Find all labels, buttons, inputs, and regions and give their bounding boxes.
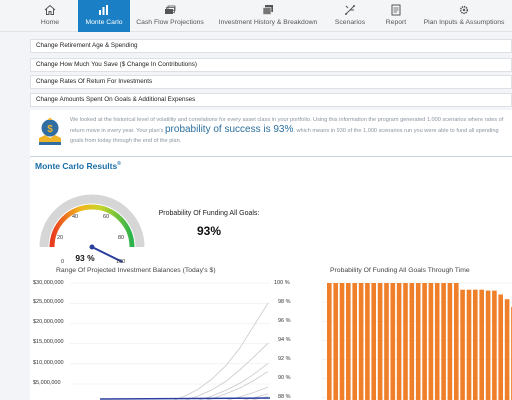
- balances-line-chart: [70, 282, 270, 400]
- bar-chart-icon: [99, 5, 108, 15]
- results-title: Monte Carlo Results®: [35, 161, 121, 171]
- funding-bar: [447, 283, 453, 400]
- money-bag-icon: $: [39, 117, 61, 145]
- balance-scenario-line: [185, 343, 269, 400]
- probability-gauge: 0 20 40 60 80 100 93 %: [34, 175, 150, 275]
- nav-report-label: Report: [385, 19, 407, 26]
- probability-of-success-phrase: probability of success is 93%: [164, 124, 294, 135]
- accordion-savings-change[interactable]: Change How Much You Save ($ Change In Co…: [30, 58, 512, 72]
- balances-ytick-label: $10,000,000: [33, 360, 64, 366]
- gauge-tick-60: 60: [103, 214, 109, 220]
- funding-bar: [377, 283, 383, 400]
- gauge-tick-80: 80: [118, 235, 124, 241]
- funding-bar: [358, 283, 364, 400]
- accordion-goal-spending[interactable]: Change Amounts Spent On Goals & Addition…: [30, 93, 512, 107]
- funding-bar: [396, 283, 402, 400]
- nav-scenarios-label: Scenarios: [334, 19, 366, 26]
- layers-icon: [262, 5, 273, 15]
- balance-scenario-line: [173, 302, 269, 400]
- report-icon: [391, 4, 401, 16]
- nav-scenarios[interactable]: Scenarios: [330, 0, 370, 32]
- funding-bar: [339, 283, 345, 400]
- funding-bar: [498, 294, 503, 400]
- balance-scenario-line: [198, 363, 269, 400]
- funding-bar: [441, 283, 446, 400]
- nav-monte-carlo-label: Monte Carlo: [85, 19, 123, 26]
- funding-bar: [485, 290, 491, 400]
- funding-over-time-chart-title: Probability Of Funding All Goals Through…: [330, 267, 470, 274]
- funding-ytick-label: 92 %: [278, 356, 291, 362]
- top-navigation: Home Monte Carlo Cash Flow Projections I…: [0, 0, 512, 32]
- funding-bar: [492, 290, 497, 400]
- funding-ytick-label: 98 %: [278, 299, 291, 305]
- balances-ytick-label: $5,000,000: [33, 380, 61, 386]
- funding-bar: [409, 283, 415, 400]
- funding-bar: [365, 283, 370, 400]
- registered-mark: ®: [117, 161, 121, 168]
- balances-ytick-label: $30,000,000: [33, 280, 64, 286]
- gauge-hub: [89, 244, 95, 250]
- funding-bar: [333, 283, 338, 400]
- accordion-retirement-age[interactable]: Change Retirement Age & Spending: [30, 39, 512, 53]
- funding-label: Probability Of Funding All Goals:: [158, 210, 260, 217]
- funding-bar: [434, 283, 440, 400]
- nav-cash-flow-projections[interactable]: Cash Flow Projections: [136, 0, 204, 32]
- nav-plan-inputs[interactable]: Plan Inputs & Assumptions: [424, 0, 504, 32]
- scenarios-icon: [345, 5, 355, 15]
- funding-bar: [384, 283, 389, 400]
- funding-bar: [466, 289, 472, 400]
- funding-value: 93%: [196, 224, 222, 238]
- gauge-tick-100: 100: [116, 259, 125, 265]
- funding-bar: [371, 283, 376, 400]
- gear-icon: [459, 5, 469, 15]
- funding-bar: [327, 283, 332, 400]
- funding-bar: [504, 299, 510, 400]
- balances-ytick-label: $25,000,000: [33, 299, 64, 305]
- gauge-tick-20: 20: [57, 235, 63, 241]
- nav-cash-flow-label: Cash Flow Projections: [136, 19, 204, 26]
- funding-bar: [422, 283, 427, 400]
- monte-carlo-results-panel: Monte Carlo Results® 0 20 40 60 80 100 9…: [30, 156, 512, 400]
- funding-bar: [479, 289, 484, 400]
- gauge-tick-40: 40: [72, 214, 78, 220]
- nav-report[interactable]: Report: [380, 0, 412, 32]
- balances-chart-title: Range Of Projected Investment Balances (…: [56, 267, 216, 274]
- funding-bar: [346, 283, 351, 400]
- nav-home[interactable]: Home: [32, 0, 68, 32]
- nav-home-label: Home: [40, 19, 60, 26]
- funding-bar: [403, 283, 408, 400]
- balances-ytick-label: $15,000,000: [33, 339, 64, 345]
- funding-bar: [390, 283, 396, 400]
- funding-ytick-label: 90 %: [278, 375, 291, 381]
- funding-ytick-label: 88 %: [278, 394, 291, 400]
- funding-bar: [460, 289, 465, 400]
- funding-bar: [415, 283, 421, 400]
- results-title-text: Monte Carlo Results: [35, 161, 118, 171]
- funding-bar: [454, 283, 459, 400]
- nav-investment-history[interactable]: Investment History & Breakdown: [218, 0, 318, 32]
- funding-ytick-label: 96 %: [278, 318, 291, 324]
- home-icon: [44, 4, 56, 15]
- nav-plan-inputs-label: Plan Inputs & Assumptions: [423, 19, 505, 26]
- gauge-svg: 0 20 40 60 80 100 93 %: [39, 194, 145, 265]
- funding-bar-chart: [322, 282, 512, 400]
- nav-investment-history-label: Investment History & Breakdown: [218, 19, 318, 26]
- monte-carlo-intro-panel: $ We looked at the historical level of v…: [30, 110, 512, 156]
- gauge-tick-0: 0: [61, 259, 64, 265]
- svg-text:$: $: [47, 124, 53, 135]
- intro-text: We looked at the historical level of vol…: [70, 115, 510, 146]
- balances-ytick-label: $20,000,000: [33, 319, 64, 325]
- funding-ytick-label: 94 %: [278, 337, 291, 343]
- funding-bar: [473, 289, 478, 400]
- cash-stack-icon: [165, 5, 176, 14]
- gauge-value-label: 93 %: [75, 253, 95, 263]
- accordion-rates-of-return[interactable]: Change Rates Of Return For Investments: [30, 75, 512, 89]
- funding-bar: [428, 283, 434, 400]
- nav-monte-carlo[interactable]: Monte Carlo: [78, 0, 130, 32]
- funding-bar: [352, 283, 357, 400]
- funding-ytick-label: 100 %: [274, 280, 290, 286]
- balance-median-line: [99, 397, 270, 400]
